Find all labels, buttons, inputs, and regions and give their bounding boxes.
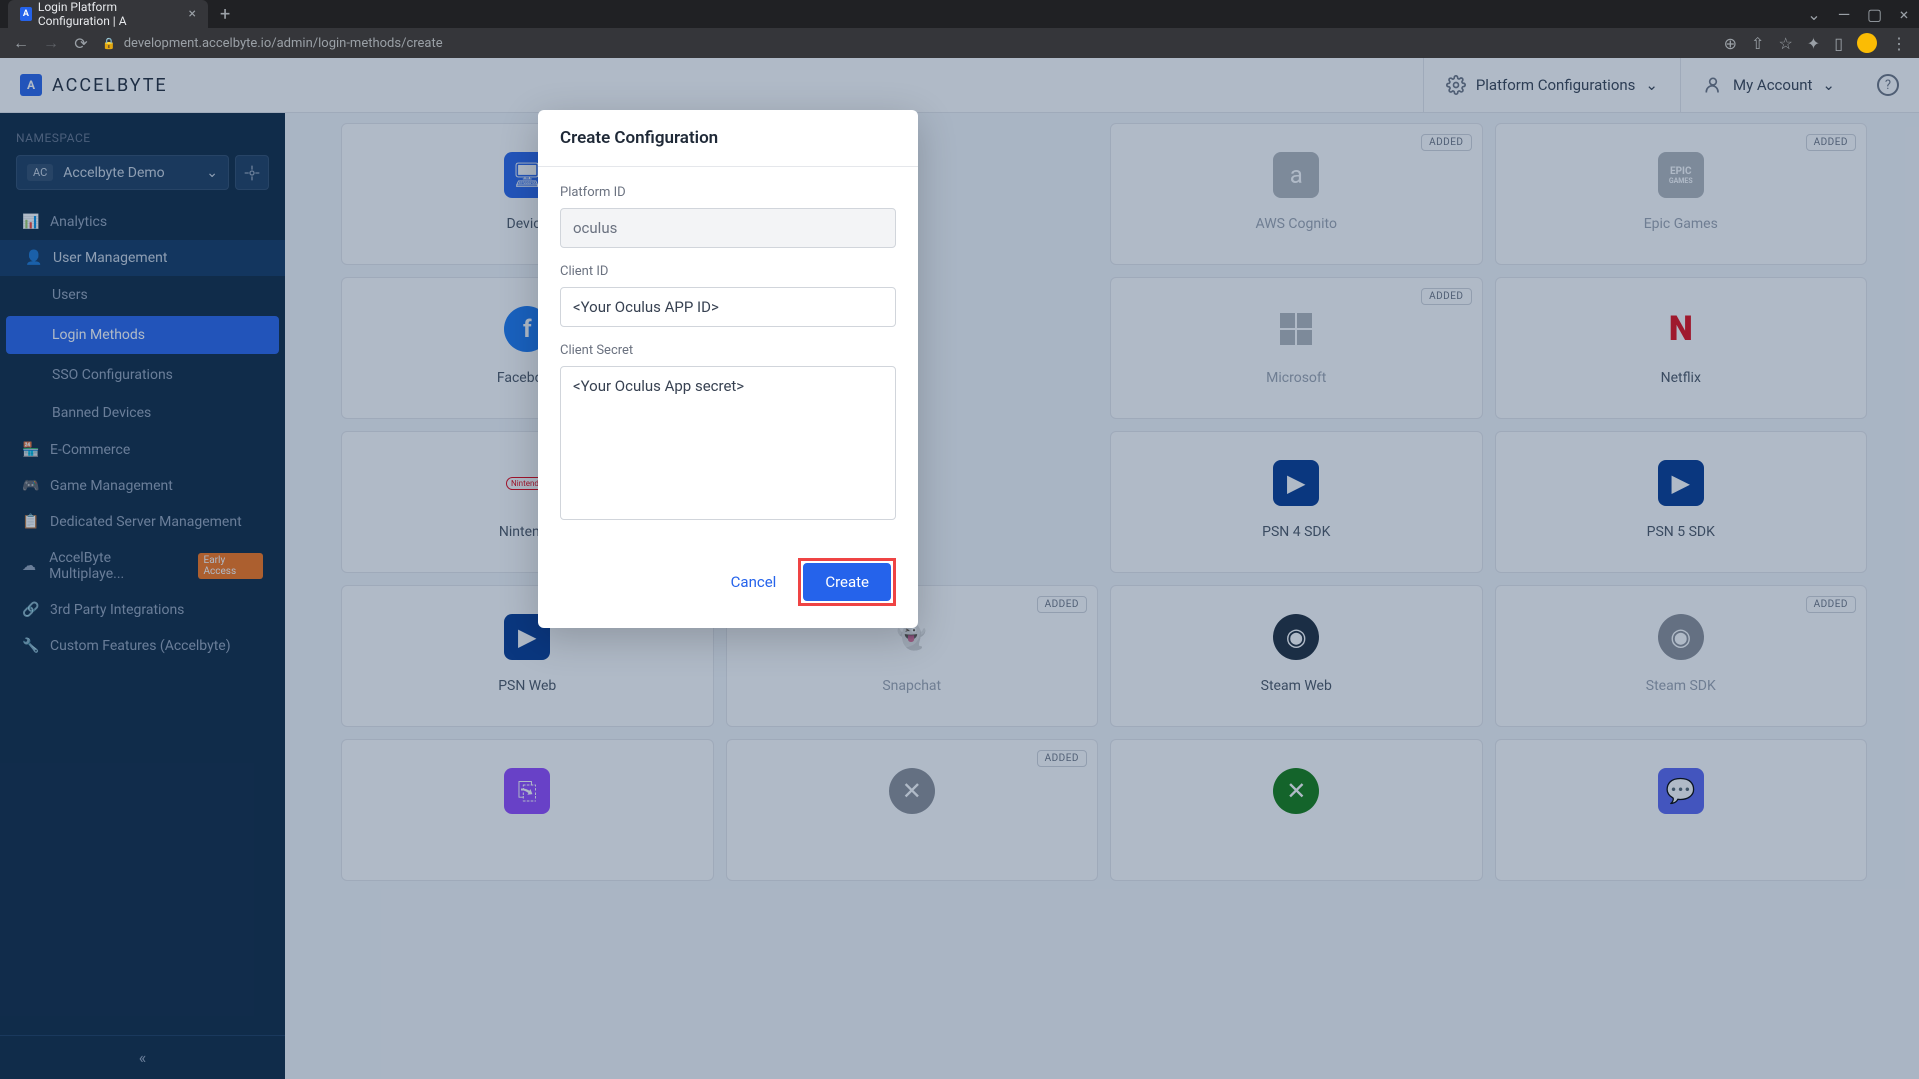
- create-button[interactable]: Create: [803, 563, 891, 601]
- window-controls: ⌄ — ▢ ×: [1807, 5, 1911, 24]
- zoom-icon[interactable]: ⊕: [1724, 34, 1737, 53]
- url-text: development.accelbyte.io/admin/login-met…: [124, 36, 443, 51]
- profile-avatar[interactable]: [1857, 33, 1877, 53]
- client-secret-input[interactable]: [560, 366, 896, 520]
- create-button-highlight: Create: [798, 558, 896, 606]
- modal-overlay[interactable]: [0, 58, 1919, 1079]
- browser-addressbar: ← → ⟳ 🔒 development.accelbyte.io/admin/l…: [0, 28, 1919, 58]
- extensions-icon[interactable]: ✦: [1807, 34, 1820, 53]
- cancel-button[interactable]: Cancel: [717, 563, 791, 601]
- url-bar[interactable]: 🔒 development.accelbyte.io/admin/login-m…: [102, 36, 1712, 51]
- platform-id-label: Platform ID: [560, 185, 896, 200]
- new-tab-button[interactable]: +: [208, 4, 242, 25]
- browser-titlebar: A Login Platform Configuration | A × + ⌄…: [0, 0, 1919, 28]
- back-icon[interactable]: ←: [12, 34, 30, 52]
- chevron-down-icon[interactable]: ⌄: [1807, 5, 1821, 24]
- menu-icon[interactable]: ⋮: [1891, 34, 1907, 53]
- minimize-icon[interactable]: —: [1837, 5, 1851, 24]
- tab-title: Login Platform Configuration | A: [38, 0, 183, 28]
- share-icon[interactable]: ⇧: [1751, 34, 1764, 53]
- client-id-input[interactable]: [560, 287, 896, 327]
- tab-favicon: A: [20, 7, 32, 21]
- modal-title: Create Configuration: [538, 110, 918, 167]
- browser-tab[interactable]: A Login Platform Configuration | A ×: [8, 0, 208, 28]
- maximize-icon[interactable]: ▢: [1867, 5, 1881, 24]
- client-id-label: Client ID: [560, 264, 896, 279]
- close-window-icon[interactable]: ×: [1897, 5, 1911, 24]
- client-secret-label: Client Secret: [560, 343, 896, 358]
- platform-id-input: [560, 208, 896, 248]
- sidepanel-icon[interactable]: ▯: [1834, 34, 1843, 53]
- reload-icon[interactable]: ⟳: [72, 34, 90, 52]
- forward-icon[interactable]: →: [42, 34, 60, 52]
- star-icon[interactable]: ☆: [1778, 34, 1792, 53]
- lock-icon: 🔒: [102, 37, 116, 50]
- tab-close-icon[interactable]: ×: [189, 6, 196, 22]
- create-configuration-modal: Create Configuration Platform ID Client …: [538, 110, 918, 628]
